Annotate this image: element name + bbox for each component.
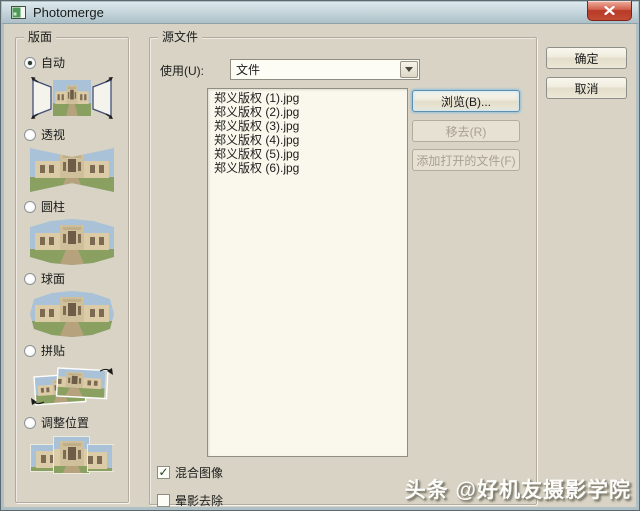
title-bar[interactable]: Photomerge bbox=[2, 2, 638, 24]
cancel-button[interactable]: 取消 bbox=[546, 77, 627, 99]
file-action-buttons: 浏览(B)... 移去(R) 添加打开的文件(F) bbox=[412, 90, 520, 179]
layout-radio-label: 自动 bbox=[41, 56, 66, 70]
add-open-files-button: 添加打开的文件(F) bbox=[412, 149, 520, 171]
layout-radio-spherical[interactable]: 球面 bbox=[24, 270, 124, 287]
remove-button: 移去(R) bbox=[412, 120, 520, 142]
dialog-buttons: 确定 取消 bbox=[546, 47, 627, 107]
layout-thumbnail-collage[interactable] bbox=[30, 362, 114, 410]
use-combobox-value: 文件 bbox=[236, 63, 261, 77]
photomerge-dialog: Photomerge 版面 自动透视圆柱球面拼贴调整位置 源文件 使用(U): … bbox=[0, 0, 640, 511]
layout-group: 版面 自动透视圆柱球面拼贴调整位置 bbox=[15, 30, 129, 503]
close-icon bbox=[604, 6, 615, 15]
browse-button[interactable]: 浏览(B)... bbox=[412, 90, 520, 112]
layout-group-label: 版面 bbox=[24, 30, 57, 44]
layout-radio-label: 球面 bbox=[41, 272, 66, 286]
use-row: 使用(U): 文件 bbox=[160, 59, 420, 80]
use-label: 使用(U): bbox=[160, 64, 204, 78]
checkbox-label: 晕影去除 bbox=[175, 494, 224, 508]
file-list-item[interactable]: 郑义版权 (1).jpg bbox=[208, 91, 407, 105]
layout-radio-collage[interactable]: 拼贴 bbox=[24, 342, 124, 359]
vignette-removal-checkbox-row[interactable]: 晕影去除 bbox=[157, 492, 223, 509]
layout-thumbnail-perspective[interactable] bbox=[30, 146, 114, 194]
file-list-item[interactable]: 郑义版权 (6).jpg bbox=[208, 161, 407, 175]
checkbox-icon[interactable] bbox=[157, 494, 170, 507]
close-button[interactable] bbox=[587, 1, 632, 21]
file-list-item[interactable]: 郑义版权 (5).jpg bbox=[208, 147, 407, 161]
checkbox-label: 混合图像 bbox=[175, 466, 224, 480]
source-files-group: 源文件 使用(U): 文件 郑义版权 (1).jpg 郑义版权 (2).jpg 郑义… bbox=[149, 30, 537, 508]
use-combobox[interactable]: 文件 bbox=[230, 59, 420, 80]
layout-radio-auto[interactable]: 自动 bbox=[24, 54, 124, 71]
window-title: Photomerge bbox=[33, 5, 104, 20]
file-list-item[interactable]: 郑义版权 (4).jpg bbox=[208, 133, 407, 147]
chevron-down-icon bbox=[405, 67, 413, 72]
layout-thumbnail-reposition[interactable] bbox=[30, 434, 114, 482]
source-group-label: 源文件 bbox=[158, 30, 203, 44]
layout-radio-label: 调整位置 bbox=[41, 416, 90, 430]
layout-thumbnail-auto[interactable] bbox=[30, 74, 114, 122]
layout-radio-cylindrical[interactable]: 圆柱 bbox=[24, 198, 124, 215]
radio-icon[interactable] bbox=[24, 344, 36, 357]
file-list-item[interactable]: 郑义版权 (3).jpg bbox=[208, 119, 407, 133]
layout-radio-label: 圆柱 bbox=[41, 200, 66, 214]
layout-radio-label: 透视 bbox=[41, 128, 66, 142]
radio-icon[interactable] bbox=[24, 128, 36, 141]
checkbox-icon[interactable]: ✓ bbox=[157, 466, 170, 479]
blend-images-checkbox-row[interactable]: ✓ 混合图像 bbox=[157, 464, 223, 481]
layout-thumbnail-spherical[interactable] bbox=[30, 290, 114, 338]
layout-radio-label: 拼贴 bbox=[41, 344, 66, 358]
options-checkboxes: ✓ 混合图像晕影去除 bbox=[157, 464, 223, 510]
combobox-dropdown-button[interactable] bbox=[400, 61, 418, 78]
radio-icon[interactable] bbox=[24, 416, 36, 429]
app-icon bbox=[11, 6, 26, 19]
file-list-item[interactable]: 郑义版权 (2).jpg bbox=[208, 105, 407, 119]
layout-radio-perspective[interactable]: 透视 bbox=[24, 126, 124, 143]
layout-radio-reposition[interactable]: 调整位置 bbox=[24, 414, 124, 431]
radio-icon[interactable] bbox=[24, 272, 36, 285]
radio-icon[interactable] bbox=[24, 200, 36, 213]
ok-button[interactable]: 确定 bbox=[546, 47, 627, 69]
layout-thumbnail-cylindrical[interactable] bbox=[30, 218, 114, 266]
layout-options: 自动透视圆柱球面拼贴调整位置 bbox=[24, 50, 124, 486]
source-file-list[interactable]: 郑义版权 (1).jpg 郑义版权 (2).jpg 郑义版权 (3).jpg 郑义版权… bbox=[207, 88, 408, 457]
radio-icon[interactable] bbox=[24, 56, 36, 69]
